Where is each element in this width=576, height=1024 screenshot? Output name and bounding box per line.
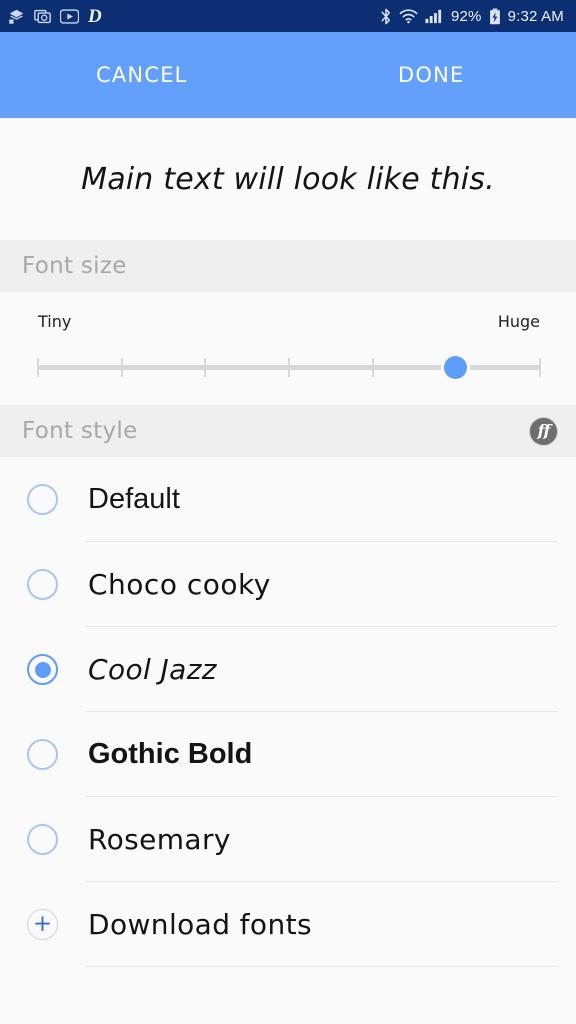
font-style-label: Choco cooky <box>88 568 271 601</box>
status-bar-right-icons: 92% 9:32 AM <box>380 0 566 32</box>
font-style-row[interactable]: Choco cooky <box>0 542 576 627</box>
font-style-list: Default Choco cooky Cool Jazz Gothic Bold Ro… <box>0 457 576 1024</box>
youtube-icon <box>60 8 79 24</box>
slider-tick <box>371 358 374 377</box>
cancel-button[interactable]: CANCEL <box>96 63 188 87</box>
done-button[interactable]: DONE <box>398 63 464 87</box>
font-style-label: Rosemary <box>88 823 231 856</box>
font-size-panel: Tiny Huge <box>0 292 576 405</box>
font-style-row[interactable]: + Download fonts <box>0 882 576 967</box>
font-style-section-header: Font style ff <box>0 405 576 457</box>
slider-thumb[interactable] <box>443 356 467 379</box>
font-size-section-header: Font size <box>0 240 576 292</box>
radio-button[interactable] <box>27 739 58 770</box>
font-style-row[interactable]: Cool Jazz <box>0 627 576 712</box>
row-divider <box>85 966 558 967</box>
font-style-row[interactable]: Default <box>0 457 576 542</box>
status-bar: D 92% 9:32 AM <box>0 0 576 32</box>
font-size-slider[interactable] <box>37 354 541 380</box>
downloads-stack-icon <box>8 8 25 25</box>
font-style-label: Cool Jazz <box>88 653 217 686</box>
battery-charging-icon <box>489 8 501 25</box>
slider-tick <box>37 358 39 377</box>
wifi-icon <box>399 8 418 24</box>
font-style-label: Download fonts <box>88 908 312 941</box>
bluetooth-icon <box>380 8 392 25</box>
font-size-max-label: Huge <box>497 312 540 331</box>
radio-button-selected[interactable] <box>27 654 58 685</box>
radio-button[interactable] <box>27 569 58 600</box>
font-settings-screen: D 92% 9:32 AM CANCEL DONE Main text will… <box>0 0 576 1024</box>
screenshot-capture-icon <box>34 8 51 25</box>
battery-percent-label: 92% <box>450 7 482 25</box>
font-style-row[interactable]: Gothic Bold <box>0 712 576 797</box>
font-preview-area: Main text will look like this. <box>0 118 576 240</box>
font-size-range-labels: Tiny Huge <box>38 312 540 331</box>
slider-tick <box>539 358 541 377</box>
clock-label: 9:32 AM <box>507 7 564 25</box>
preview-text: Main text will look like this. <box>81 161 495 197</box>
radio-button[interactable] <box>27 484 58 515</box>
status-bar-left-icons: D <box>8 0 102 32</box>
add-plus-icon[interactable]: + <box>27 909 58 940</box>
radio-button[interactable] <box>27 824 58 855</box>
app-letter-d-icon: D <box>88 5 102 27</box>
cellular-signal-icon <box>425 8 444 24</box>
slider-tick <box>120 358 123 377</box>
slider-tick <box>204 358 207 377</box>
flipfont-badge-icon[interactable]: ff <box>529 416 558 446</box>
font-size-title: Font size <box>22 253 127 279</box>
font-style-row[interactable]: Rosemary <box>0 797 576 882</box>
font-style-title: Font style <box>22 418 138 444</box>
font-style-label: Default <box>88 483 180 515</box>
font-style-label: Gothic Bold <box>88 738 253 770</box>
font-size-min-label: Tiny <box>38 312 72 331</box>
action-bar: CANCEL DONE <box>0 32 576 118</box>
slider-tick <box>288 358 290 377</box>
